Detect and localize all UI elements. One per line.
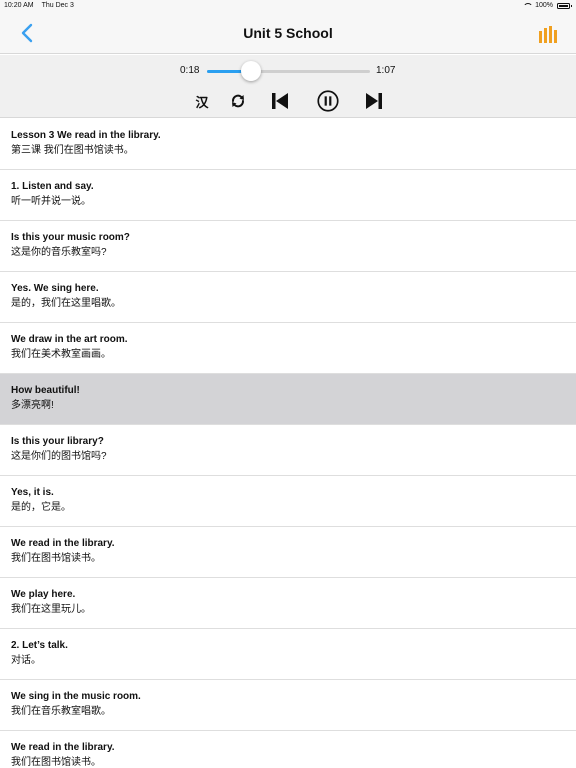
sentence-chinese: 多漂亮啊! [11,400,54,411]
sentence-english: We play here. [11,589,76,600]
previous-icon[interactable] [271,90,289,112]
sentence-english: How beautiful! [11,385,80,396]
list-item[interactable]: Is this your library? 这是你们的图书馆吗? [0,425,576,476]
battery-percent: 100% [535,2,553,9]
sentence-english: We read in the library. [11,538,115,549]
audio-player: 0:18 1:07 汉 [0,55,576,118]
sentence-english: We sing in the music room. [11,691,141,702]
sentence-english: We draw in the art room. [11,334,128,345]
list-item[interactable]: We read in the library. 我们在图书馆读书。 [0,527,576,578]
sentence-chinese: 这是你的音乐教室吗? [11,247,107,258]
list-item[interactable]: 1. Listen and say. 听一听并说一说。 [0,170,576,221]
list-item[interactable]: Yes, it is. 是的，它是。 [0,476,576,527]
sentence-chinese: 这是你们的图书馆吗? [11,451,107,462]
list-item[interactable]: Is this your music room? 这是你的音乐教室吗? [0,221,576,272]
sentence-english: Is this your library? [11,436,104,447]
sentence-chinese: 听一听并说一说。 [11,196,91,207]
sentence-chinese: 我们在图书馆读书。 [11,757,101,768]
pause-icon[interactable] [315,90,341,112]
page-title: Unit 5 School [243,25,333,41]
sentence-chinese: 我们在音乐教室唱歌。 [11,706,111,717]
current-time: 0:18 [180,65,200,76]
sentence-english: 1. Listen and say. [11,181,94,192]
sentence-chinese: 是的，我们在这里唱歌。 [11,298,121,309]
status-bar: 10:20 AM Thu Dec 3 100% [0,0,576,12]
sentence-chinese: 第三课 我们在图书馆读书。 [11,145,134,156]
bar-chart-icon[interactable] [538,25,558,43]
progress-slider[interactable] [207,61,370,81]
list-item[interactable]: How beautiful! 多漂亮啊! [0,374,576,425]
battery-icon [557,2,572,9]
wifi-icon [523,2,534,9]
status-right: 100% [523,2,572,9]
duration-time: 1:07 [376,65,396,76]
sentence-chinese: 对话。 [11,655,41,666]
sentence-chinese: 我们在美术教室画画。 [11,349,111,360]
list-item[interactable]: Yes. We sing here. 是的，我们在这里唱歌。 [0,272,576,323]
sentence-list: Lesson 3 We read in the library. 第三课 我们在图… [0,119,576,768]
list-item[interactable]: We draw in the art room. 我们在美术教室画画。 [0,323,576,374]
status-date: Thu Dec 3 [41,2,74,9]
sentence-english: We read in the library. [11,742,115,753]
list-item[interactable]: We play here. 我们在这里玩儿。 [0,578,576,629]
list-item[interactable]: We sing in the music room. 我们在音乐教室唱歌。 [0,680,576,731]
sentence-english: Yes, it is. [11,487,54,498]
next-icon[interactable] [365,90,383,112]
sentence-chinese: 我们在这里玩儿。 [11,604,91,615]
progress-thumb[interactable] [241,61,261,81]
sentence-english: Is this your music room? [11,232,130,243]
list-item[interactable]: We read in the library. 我们在图书馆读书。 [0,731,576,768]
chinese-toggle-button[interactable]: 汉 [192,90,212,112]
status-time: 10:20 AM [4,2,34,9]
sentence-english: Yes. We sing here. [11,283,99,294]
navigation-bar: Unit 5 School [0,12,576,54]
repeat-icon[interactable] [230,90,246,112]
sentence-english: Lesson 3 We read in the library. [11,130,161,141]
sentence-chinese: 我们在图书馆读书。 [11,553,101,564]
status-left: 10:20 AM Thu Dec 3 [4,2,74,9]
sentence-chinese: 是的，它是。 [11,502,71,513]
list-item[interactable]: Lesson 3 We read in the library. 第三课 我们在图… [0,119,576,170]
sentence-english: 2. Let’s talk. [11,640,68,651]
list-item[interactable]: 2. Let’s talk. 对话。 [0,629,576,680]
